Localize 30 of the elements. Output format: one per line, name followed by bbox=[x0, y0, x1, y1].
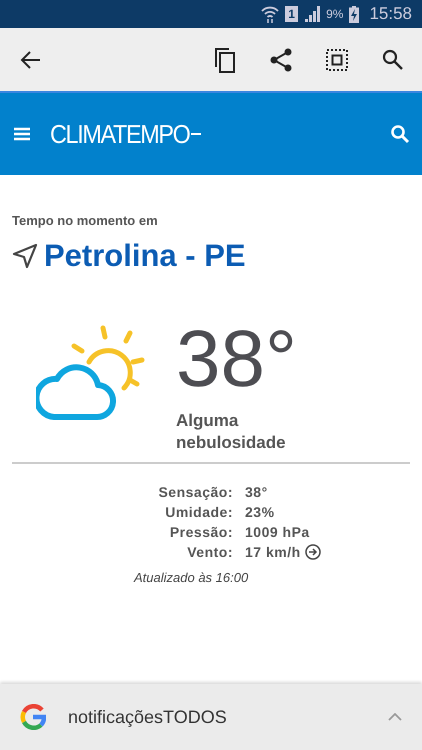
battery-charging-icon bbox=[349, 6, 360, 22]
clock: 15:58 bbox=[369, 4, 412, 24]
detail-label: Vento: bbox=[187, 544, 233, 560]
menu-icon[interactable] bbox=[14, 127, 30, 141]
notification-text[interactable]: notificaçõesTODOS bbox=[68, 706, 227, 728]
share-icon[interactable] bbox=[270, 48, 292, 72]
detail-label: Pressão: bbox=[170, 524, 233, 540]
navigation-arrow-icon[interactable] bbox=[12, 243, 38, 269]
search-icon[interactable] bbox=[382, 48, 404, 70]
detail-label: Sensação: bbox=[158, 484, 233, 500]
site-logo[interactable]: CLIMATEMPO bbox=[50, 118, 190, 150]
sim-indicator: 1 bbox=[285, 6, 298, 22]
location-caption: Tempo no momento em bbox=[12, 213, 158, 228]
select-all-icon[interactable] bbox=[326, 48, 348, 70]
signal-icon bbox=[304, 6, 320, 22]
wifi-icon bbox=[261, 5, 280, 23]
detail-value: 17 km/h bbox=[245, 544, 301, 560]
battery-percent: 9% bbox=[326, 7, 344, 21]
weather-condition: Alguma nebulosidade bbox=[176, 410, 287, 454]
copy-icon[interactable] bbox=[214, 46, 236, 72]
detail-label: Umidade: bbox=[165, 504, 233, 520]
temperature: 38° bbox=[176, 314, 298, 404]
detail-value: 23% bbox=[245, 504, 275, 520]
wind-direction-icon bbox=[304, 544, 321, 560]
detail-value: 38° bbox=[245, 484, 268, 500]
back-arrow-icon[interactable] bbox=[20, 48, 42, 70]
updated-time: Atualizado às 16:00 bbox=[134, 570, 248, 585]
detail-value: 1009 hPa bbox=[245, 524, 310, 540]
city-name[interactable]: Petrolina - PE bbox=[44, 238, 246, 274]
google-icon bbox=[20, 704, 46, 730]
